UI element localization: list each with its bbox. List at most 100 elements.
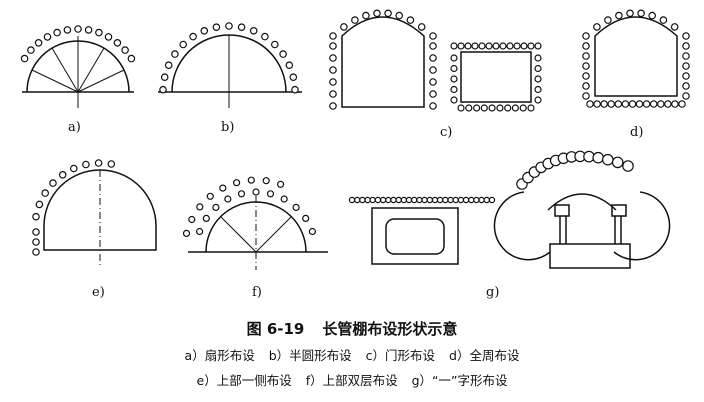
pipe-hole bbox=[224, 195, 232, 203]
pipe-hole bbox=[384, 9, 392, 18]
pipe-hole bbox=[362, 11, 370, 20]
pipe-holes-c-arch bbox=[329, 9, 437, 110]
pipe-hole bbox=[600, 100, 609, 108]
pipe-hole bbox=[405, 196, 413, 204]
pipe-hole bbox=[534, 96, 542, 104]
caption-line-1: a）扇形布设 b）半圆形布设 c）门形布设 d）全周布设 bbox=[0, 345, 704, 364]
pipe-hole bbox=[663, 100, 672, 108]
pipe-hole bbox=[488, 196, 496, 204]
pipe-hole bbox=[429, 32, 437, 40]
pipe-hole bbox=[84, 26, 93, 34]
pipe-hole bbox=[450, 64, 458, 73]
sublabel-a: a) bbox=[68, 120, 81, 135]
pipe-hole bbox=[107, 160, 116, 168]
caption-line-2: e）上部一侧布设 f）上部双层布设 g）“一”字形布设 bbox=[0, 370, 704, 389]
pipe-hole bbox=[682, 82, 690, 90]
pipe-hole bbox=[369, 196, 376, 204]
pipe-hole bbox=[670, 23, 679, 31]
pipe-hole bbox=[329, 102, 337, 110]
pipe-hole bbox=[63, 26, 72, 34]
pipe-hole bbox=[95, 28, 103, 37]
caption-item-d: d）全周布设 bbox=[449, 348, 520, 363]
pipe-hole bbox=[615, 11, 623, 20]
pipe-hole bbox=[395, 196, 402, 204]
pipe-hole bbox=[582, 42, 590, 50]
pipe-hole bbox=[465, 104, 473, 112]
pipe-holes-g-arc bbox=[516, 150, 634, 190]
pipe-hole bbox=[43, 33, 52, 41]
pipe-hole bbox=[379, 196, 387, 204]
sublabel-g: g) bbox=[486, 285, 499, 300]
pipe-hole bbox=[452, 196, 459, 204]
pipe-hole bbox=[364, 196, 371, 204]
pipe-hole bbox=[429, 90, 437, 98]
pipe-holes-g-row bbox=[348, 196, 496, 204]
caption-item-c: c）门形布设 bbox=[365, 348, 436, 363]
pipe-hole bbox=[582, 92, 590, 100]
pipe-hole bbox=[308, 227, 316, 236]
pipe-holes-e bbox=[32, 159, 116, 256]
pipe-hole bbox=[189, 32, 197, 41]
pipe-hole bbox=[233, 179, 241, 187]
pipe-hole bbox=[582, 62, 590, 70]
pipe-hole bbox=[329, 42, 337, 50]
pipe-hole bbox=[520, 42, 528, 50]
pipe-hole bbox=[261, 32, 269, 41]
pipe-hole bbox=[359, 196, 366, 204]
pipe-roof-layout-figure: a) b) c) d) e) f) g) bbox=[20, 9, 690, 300]
pipe-hole bbox=[292, 203, 300, 211]
diagram-b-semicircle-layout: b) bbox=[158, 22, 302, 135]
sublabel-b: b) bbox=[221, 120, 234, 135]
caption-item-f: f）上部双层布设 bbox=[305, 373, 398, 388]
pipe-holes-d bbox=[582, 9, 690, 108]
pipe-hole bbox=[252, 188, 260, 196]
pipe-hole bbox=[35, 200, 44, 209]
pipe-hole bbox=[113, 38, 122, 47]
pipe-hole bbox=[527, 42, 535, 50]
pipe-hole bbox=[212, 203, 220, 211]
pipe-hole bbox=[411, 196, 418, 204]
pipe-hole bbox=[442, 196, 449, 204]
pipe-hole bbox=[513, 42, 521, 50]
pipe-hole bbox=[70, 164, 78, 173]
pipe-hole bbox=[280, 195, 288, 203]
pipe-hole bbox=[121, 46, 129, 54]
pipe-hole bbox=[237, 23, 246, 32]
pipe-hole bbox=[436, 196, 444, 204]
pipe-hole bbox=[582, 52, 590, 60]
pipe-hole bbox=[635, 100, 644, 108]
pipe-hole bbox=[473, 196, 480, 204]
pipe-hole bbox=[291, 85, 299, 94]
pipe-hole bbox=[607, 100, 616, 108]
pipe-hole bbox=[32, 212, 40, 221]
pipe-hole bbox=[329, 78, 337, 86]
pipe-hole bbox=[468, 196, 475, 204]
pipe-hole bbox=[682, 42, 690, 50]
sublabel-d: d) bbox=[630, 125, 643, 140]
pipe-hole bbox=[621, 100, 630, 108]
pipe-hole bbox=[582, 72, 590, 80]
pipe-hole bbox=[506, 42, 514, 50]
pipe-hole bbox=[417, 23, 426, 31]
pipe-hole bbox=[485, 42, 493, 50]
pipe-hole bbox=[586, 100, 594, 108]
pipe-hole bbox=[27, 46, 35, 54]
pipe-hole bbox=[534, 85, 542, 94]
diagram-c-door-layout: c) bbox=[329, 9, 542, 140]
pipe-hole bbox=[41, 189, 50, 197]
pipe-hole bbox=[534, 64, 542, 73]
pipe-hole bbox=[74, 25, 82, 33]
pipe-hole bbox=[593, 100, 601, 108]
pipe-hole bbox=[164, 61, 173, 69]
pipe-hole bbox=[499, 42, 507, 50]
pipe-hole bbox=[450, 96, 458, 104]
pipe-hole bbox=[385, 196, 392, 204]
pipe-hole bbox=[82, 160, 90, 169]
pipe-hole bbox=[20, 54, 29, 63]
pipe-hole bbox=[457, 42, 465, 50]
pipe-hole bbox=[504, 104, 512, 112]
pipe-hole bbox=[374, 196, 382, 204]
pipe-hole bbox=[400, 196, 408, 204]
pipe-hole bbox=[206, 192, 214, 200]
pipe-hole bbox=[329, 54, 337, 62]
